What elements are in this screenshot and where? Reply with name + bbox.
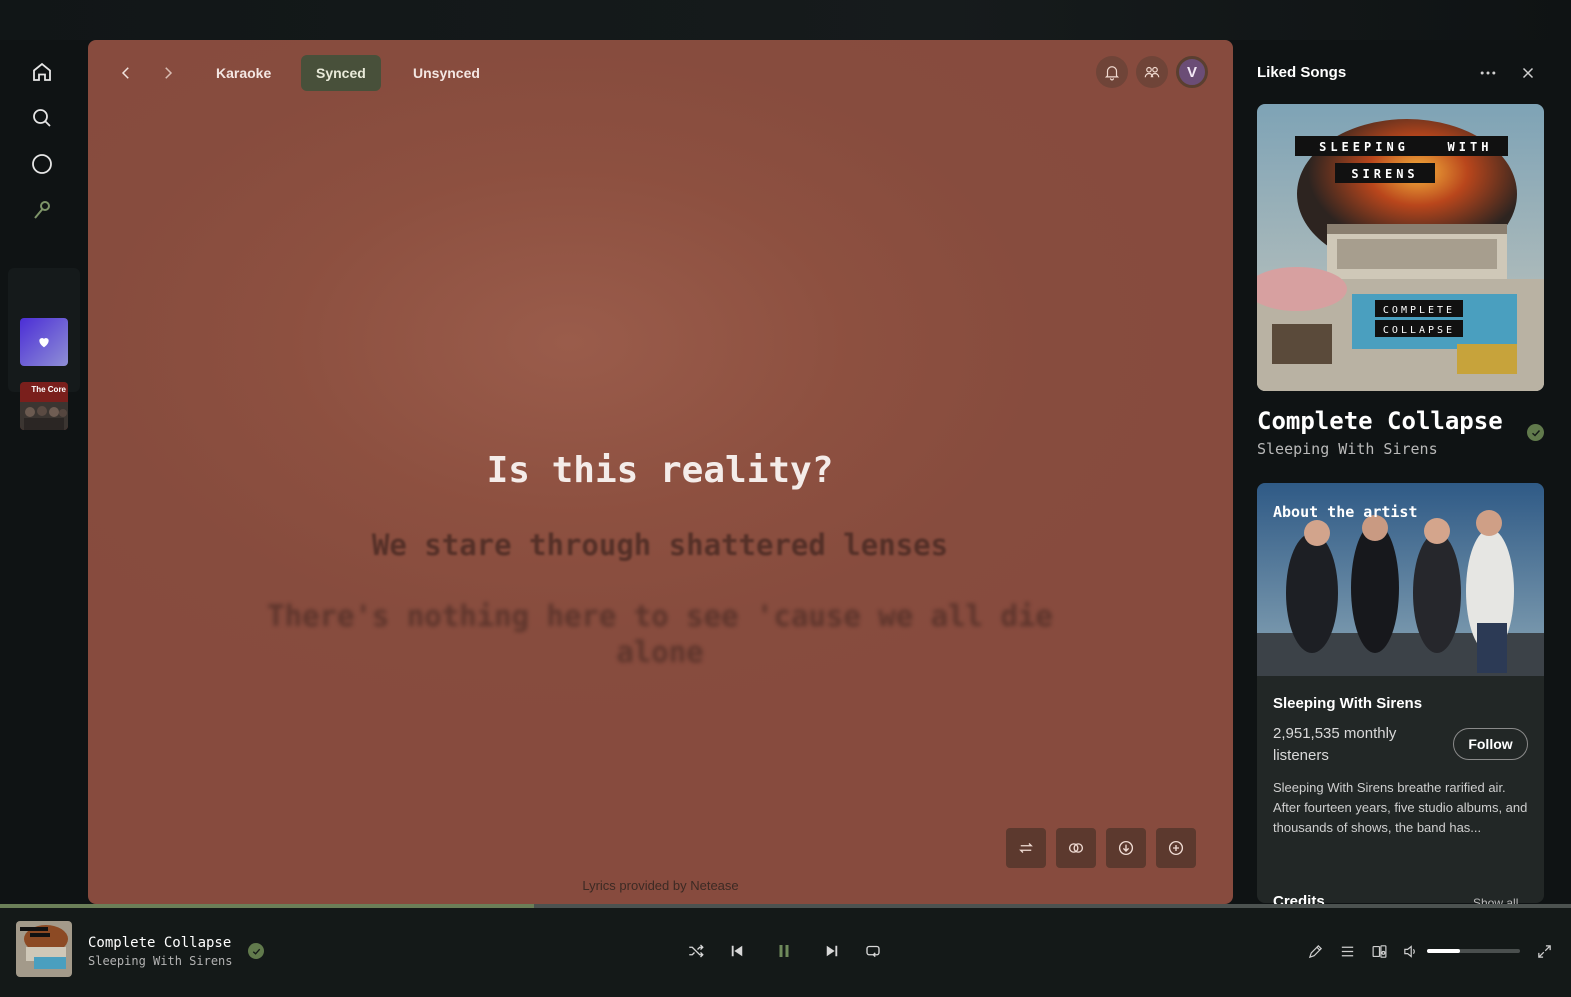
track-title[interactable]: Complete Collapse <box>1257 407 1503 435</box>
tab-karaoke[interactable]: Karaoke <box>201 55 286 91</box>
previous-button[interactable] <box>722 936 752 966</box>
chevron-right-icon <box>165 67 173 79</box>
notifications-button[interactable] <box>1096 56 1128 88</box>
volume-level <box>1427 949 1461 953</box>
the-core-cover-text: The Core <box>31 385 66 394</box>
connect-device-button[interactable] <box>1367 939 1391 963</box>
bell-icon <box>1104 66 1120 81</box>
show-all-credits-link[interactable]: Show all <box>1473 896 1518 904</box>
album-text-2: WITH <box>1448 140 1493 154</box>
album-text-5: COLLAPSE <box>1383 325 1455 336</box>
search-button[interactable] <box>22 100 62 136</box>
volume-icon <box>1403 944 1415 958</box>
player-bar: Complete Collapse Sleeping With Sirens <box>0 908 1571 997</box>
lyrics-mode-button[interactable] <box>22 192 62 228</box>
album-text-4: COMPLETE <box>1383 305 1455 316</box>
left-rail <box>0 40 84 902</box>
follow-button[interactable]: Follow <box>1453 728 1528 760</box>
lyrics-button[interactable] <box>1303 939 1327 963</box>
home-button[interactable] <box>22 54 62 90</box>
shuffle-icon <box>689 944 704 958</box>
pause-icon <box>779 945 789 957</box>
now-playing-liked-button[interactable] <box>248 943 264 959</box>
now-playing-art[interactable] <box>16 921 72 977</box>
tab-unsynced[interactable]: Unsynced <box>398 55 495 91</box>
liked-songs-thumb[interactable] <box>20 318 68 366</box>
shuffle-button[interactable] <box>681 936 711 966</box>
close-panel-button[interactable] <box>1515 60 1541 86</box>
album-text-3: SIRENS <box>1351 167 1418 181</box>
compare-button[interactable] <box>1056 828 1096 868</box>
queue-button[interactable] <box>1335 939 1359 963</box>
add-icon <box>1168 840 1184 856</box>
album-art[interactable]: SLEEPING WITH SIRENS COMPLETE COLLAPSE <box>1257 104 1544 391</box>
monthly-listeners: 2,951,535 monthly listeners <box>1273 725 1397 764</box>
search-icon <box>33 109 51 127</box>
connect-device-icon <box>1372 944 1386 958</box>
repeat-button[interactable] <box>858 936 888 966</box>
heart-icon <box>39 338 49 348</box>
now-playing-title[interactable]: Complete Collapse <box>88 935 231 951</box>
check-icon <box>1531 429 1540 437</box>
home-icon <box>33 62 51 81</box>
translate-button[interactable] <box>1006 828 1046 868</box>
previous-icon <box>731 945 743 957</box>
lyrics-panel: Karaoke Synced Unsynced V Is this realit… <box>88 40 1233 904</box>
lyric-current-line[interactable]: Is this reality? <box>238 450 1082 491</box>
artist-bio: Sleeping With Sirens breathe rarified ai… <box>1273 780 1528 835</box>
download-icon <box>1118 840 1134 856</box>
now-playing-artist[interactable]: Sleeping With Sirens <box>88 954 233 968</box>
more-icon <box>1480 71 1496 75</box>
close-icon <box>1522 67 1534 79</box>
about-artist-label: About the artist <box>1273 503 1418 521</box>
back-button[interactable] <box>113 60 139 86</box>
track-artist[interactable]: Sleeping With Sirens <box>1257 440 1438 458</box>
repeat-icon <box>866 945 880 958</box>
title-bar <box>0 0 1571 40</box>
circle-icon <box>32 154 52 174</box>
queue-icon <box>1341 946 1353 956</box>
lyric-next-line[interactable]: We stare through shattered lenses <box>238 528 1082 562</box>
fullscreen-button[interactable] <box>1532 939 1556 963</box>
download-button[interactable] <box>1106 828 1146 868</box>
chevron-left-icon <box>121 67 129 79</box>
artist-name[interactable]: Sleeping With Sirens <box>1273 695 1422 712</box>
lyric-following-line[interactable]: There's nothing here to see 'cause we al… <box>238 598 1082 670</box>
pause-button[interactable] <box>769 936 799 966</box>
friends-icon <box>1144 66 1160 78</box>
next-icon <box>826 945 838 957</box>
lyrics-provider: Lyrics provided by Netease <box>582 878 739 893</box>
forward-button[interactable] <box>155 60 181 86</box>
mute-button[interactable] <box>1398 939 1422 963</box>
next-button[interactable] <box>817 936 847 966</box>
now-playing-panel: Liked Songs SLEEPING WITH SIRENS COMPLET… <box>1237 40 1571 904</box>
now-playing-art-image <box>16 921 72 977</box>
panel-title[interactable]: Liked Songs <box>1257 64 1346 81</box>
the-core-cover: The Core <box>20 382 68 430</box>
about-artist-card[interactable]: About the artist Sleeping With Sirens 2,… <box>1257 483 1544 903</box>
fullscreen-icon <box>1537 944 1551 958</box>
lyrics-pen-icon <box>1308 944 1322 958</box>
compare-icon <box>1068 843 1084 853</box>
liked-check-button[interactable] <box>1527 424 1544 441</box>
friend-activity-button[interactable] <box>1136 56 1168 88</box>
check-icon <box>252 948 260 955</box>
circle-button[interactable] <box>22 146 62 182</box>
add-button[interactable] <box>1156 828 1196 868</box>
album-text-1: SLEEPING <box>1319 140 1409 154</box>
credits-heading: Credits <box>1273 893 1325 904</box>
tab-synced[interactable]: Synced <box>301 55 381 91</box>
volume-slider[interactable] <box>1427 949 1520 953</box>
the-core-thumb[interactable]: The Core <box>20 382 68 430</box>
more-options-button[interactable] <box>1475 60 1501 86</box>
translate-icon <box>1019 843 1033 853</box>
album-art-image: SLEEPING WITH SIRENS COMPLETE COLLAPSE <box>1257 104 1544 391</box>
microphone-icon <box>34 201 50 219</box>
user-avatar[interactable]: V <box>1176 56 1208 88</box>
